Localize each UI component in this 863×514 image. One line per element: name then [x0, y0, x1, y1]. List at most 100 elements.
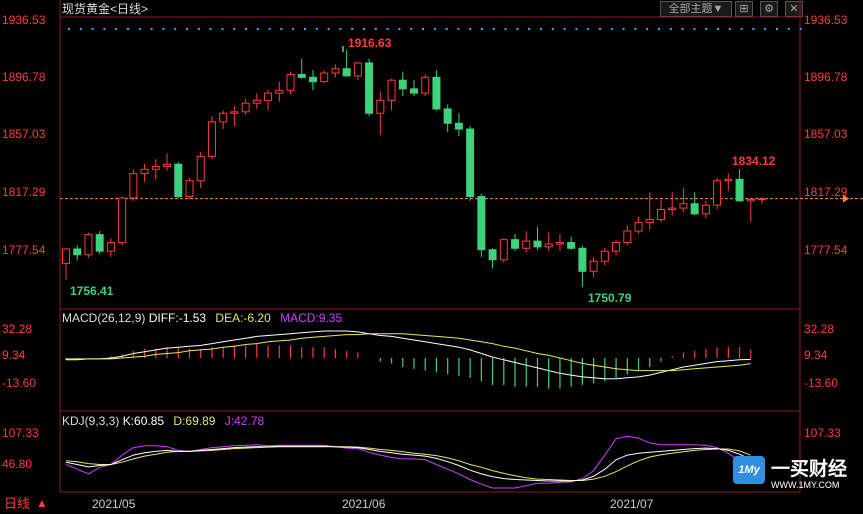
top-marker-dot [91, 28, 94, 30]
macd-header: MACD(26,12,9) DIFF:-1.53 DEA:-6.20 MACD:… [62, 311, 342, 325]
macd-tick-left-1: 9.34 [2, 348, 26, 362]
top-marker-dot [197, 28, 200, 30]
top-marker-dot [764, 28, 767, 30]
candle-body [264, 92, 273, 101]
candle-body [151, 165, 160, 170]
kdj-j-label: J:42.78 [224, 414, 265, 428]
top-marker-dot [268, 28, 271, 30]
candle-body [118, 197, 127, 244]
macd-tick-right-2: -13.60 [804, 376, 839, 390]
top-marker-dot [351, 28, 354, 30]
candle-body [511, 239, 520, 249]
y-tick-right-4: 1777.54 [804, 243, 848, 257]
top-marker-dot [504, 28, 507, 30]
chart-root: { "header": { "title": "现货黄金", "period":… [0, 0, 863, 514]
candle-body [690, 203, 699, 215]
top-marker-dot [787, 28, 790, 30]
top-marker-dot [658, 28, 660, 30]
candle-body [73, 248, 82, 256]
top-marker-dot [776, 28, 778, 30]
y-tick-right-0: 1936.53 [804, 13, 848, 27]
candle-body [555, 242, 564, 245]
candle-body [477, 196, 486, 251]
candle-body [196, 155, 205, 182]
candle-body [713, 180, 722, 206]
top-marker-dot [445, 28, 448, 30]
candle-body [219, 112, 228, 123]
candle-body [466, 128, 475, 198]
top-marker-dot [233, 28, 236, 30]
y-tick-right-2: 1857.03 [804, 127, 848, 141]
macd-diff-line [66, 330, 751, 380]
top-marker-dot [245, 28, 247, 30]
kdj-tick-right-0: 107.33 [804, 426, 841, 440]
top-marker-dot [115, 28, 118, 30]
candle-body [308, 76, 317, 83]
candle-body [230, 111, 239, 114]
bottom-period-label[interactable]: 日线 [4, 497, 30, 511]
candle-body [342, 68, 351, 77]
candle-body [634, 221, 643, 232]
top-marker-dot [622, 28, 625, 30]
top-marker-dot [127, 28, 129, 30]
y-tick-left-0: 1936.53 [2, 13, 46, 27]
candle-body [207, 121, 216, 157]
top-marker-dot [575, 28, 578, 30]
macd-tick-right-0: 32.28 [804, 322, 835, 336]
top-marker-dot [280, 28, 283, 30]
brand-name: 一买财经 [771, 459, 848, 480]
candle-body [488, 249, 497, 261]
y-tick-left-4: 1777.54 [2, 243, 46, 257]
top-marker-dot [693, 28, 696, 30]
candle-body [331, 68, 340, 74]
candle-body [421, 76, 430, 94]
candle-body [252, 99, 261, 104]
kdj-d-line [65, 446, 751, 481]
top-marker-dot [587, 28, 590, 30]
top-marker-dot [256, 28, 259, 30]
top-marker-dot [315, 28, 318, 30]
candle-body [623, 230, 632, 244]
top-marker-dot [516, 28, 519, 30]
period-toggle-icon[interactable]: ▲ [36, 496, 48, 510]
x-label-1: 2021/06 [342, 497, 386, 511]
candle-body [612, 242, 621, 252]
y-tick-right-1: 1896.78 [804, 70, 848, 84]
top-marker-dot [103, 28, 106, 30]
top-marker-dot [752, 28, 755, 30]
top-marker-dot [138, 28, 141, 30]
candle-body [140, 168, 149, 175]
candle-body [600, 250, 609, 262]
y-tick-right-3: 1817.29 [804, 185, 848, 199]
macd-title: MACD(26,12,9) [62, 311, 146, 325]
candle-body [724, 178, 733, 182]
top-marker-dot [398, 28, 401, 30]
kdj-k-label: K:60.85 [122, 414, 165, 428]
high-annotation: 1916.63 [348, 36, 392, 50]
top-marker-dot [634, 28, 637, 30]
top-marker-dot [174, 28, 177, 30]
top-marker-dot [186, 28, 188, 30]
candle-body [163, 163, 172, 167]
candle-body [95, 234, 104, 252]
kdj-d-label: D:69.89 [173, 414, 216, 428]
top-marker-dot [79, 28, 82, 30]
top-marker-dot [422, 28, 424, 30]
candle-body [185, 180, 194, 198]
macd-dea-label: DEA:-6.20 [215, 311, 271, 325]
candle-body [746, 198, 755, 202]
top-marker-dot [304, 28, 306, 30]
kdj-tick-left-1: 46.80 [2, 457, 33, 471]
candle-body [432, 76, 441, 110]
candle-body [668, 207, 677, 210]
candle-body [410, 88, 418, 94]
brand-watermark: 1My 一买财经 WWW.1MY.COM [733, 454, 859, 494]
kdj-k-line [65, 445, 752, 482]
candle-body [443, 108, 452, 124]
candle-body [62, 248, 70, 264]
chart-canvas [59, 0, 863, 493]
top-marker-dot [551, 28, 554, 30]
top-marker-dot [728, 28, 731, 30]
candle-body [522, 240, 531, 249]
candle-body [129, 173, 138, 199]
